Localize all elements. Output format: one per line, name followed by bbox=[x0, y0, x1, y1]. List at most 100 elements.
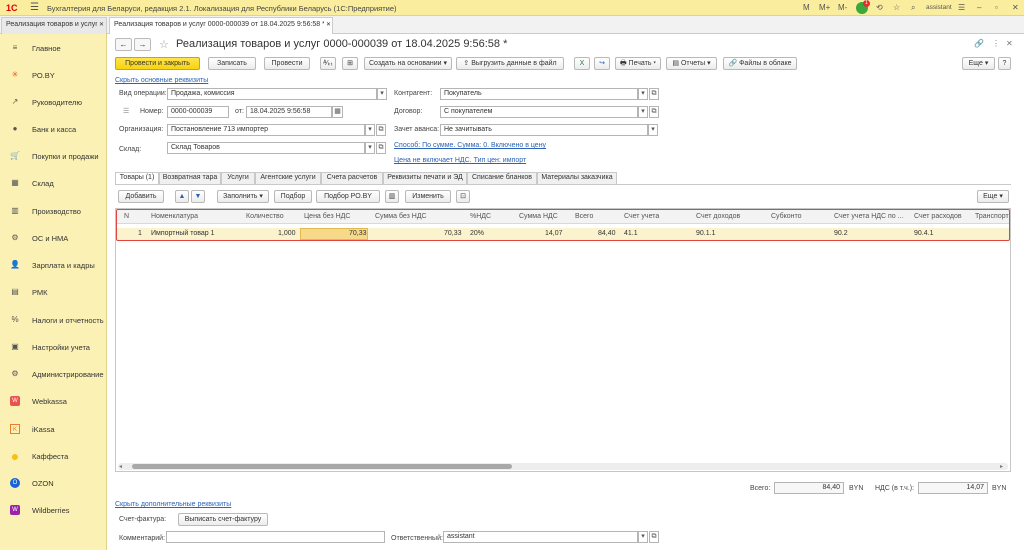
save-button[interactable]: Записать bbox=[208, 57, 256, 70]
sidebar-item-assets[interactable]: ⚙ ОС и НМА bbox=[0, 229, 107, 247]
chevron-down-icon[interactable]: ▾ bbox=[648, 124, 658, 136]
hide-main-details-link[interactable]: Скрыть основные реквизиты bbox=[115, 77, 208, 84]
date-field[interactable]: 18.04.2025 9:56:58 bbox=[246, 106, 332, 118]
select-button[interactable]: Подбор bbox=[274, 190, 312, 203]
upload-file-button[interactable]: ⇪ Выгрузить данные в файл bbox=[456, 57, 564, 70]
print-button[interactable]: 🖶 Печать ▾ bbox=[615, 57, 661, 70]
favorites-icon[interactable]: ☆ bbox=[893, 3, 900, 12]
more-button[interactable]: Еще ▾ bbox=[962, 57, 995, 70]
chevron-down-icon[interactable]: ▾ bbox=[365, 124, 375, 136]
tab-customer-materials[interactable]: Материалы заказчика bbox=[537, 172, 617, 184]
warehouse-field[interactable]: Склад Товаров bbox=[167, 142, 365, 154]
dt-kt-icon[interactable]: ᴬ⁄ₖₜ bbox=[320, 57, 336, 70]
chevron-down-icon[interactable]: ▾ bbox=[638, 531, 648, 543]
counterparty-field[interactable]: Покупатель bbox=[440, 88, 638, 100]
vat-link[interactable]: Цена не включает НДС. Тип цен: импорт bbox=[394, 157, 526, 164]
sidebar-item-production[interactable]: ▥ Производство bbox=[0, 202, 107, 220]
sidebar-item-kaffesta[interactable]: ● Каффеста bbox=[0, 447, 107, 465]
sidebar-item-ikassa[interactable]: KiKassa bbox=[0, 420, 107, 438]
open-icon[interactable]: ⧉ bbox=[649, 106, 659, 118]
tab-agent-services[interactable]: Агентские услуги bbox=[255, 172, 321, 184]
tab-settlement-accounts[interactable]: Счета расчетов bbox=[321, 172, 383, 184]
sidebar-item-bank[interactable]: ● Банк и касса bbox=[0, 120, 107, 138]
barcode-icon[interactable]: ▥ bbox=[385, 190, 399, 203]
issue-invoice-button[interactable]: Выписать счет-фактуру bbox=[178, 513, 268, 526]
open-icon[interactable]: ⧉ bbox=[376, 142, 386, 154]
cloud-files-button[interactable]: 🔗 Файлы в облаке bbox=[723, 57, 797, 70]
close-tab-icon[interactable]: ✕ bbox=[97, 21, 105, 28]
settings-menu-icon[interactable]: ☰ bbox=[958, 3, 965, 12]
move-up-icon[interactable]: ▲ bbox=[175, 190, 189, 203]
chevron-down-icon[interactable]: ▾ bbox=[377, 88, 387, 100]
sidebar-item-pos[interactable]: ▤ РМК bbox=[0, 283, 107, 301]
number-field[interactable]: 0000-000039 bbox=[167, 106, 229, 118]
more-vert-icon[interactable]: ⋮ bbox=[992, 39, 1000, 48]
link-icon[interactable]: 🔗 bbox=[974, 39, 984, 48]
tab-blank-writeoff[interactable]: Списание бланков bbox=[467, 172, 537, 184]
window-tab-list[interactable]: Реализация товаров и услуг bbox=[1, 17, 107, 34]
search-icon[interactable]: ⌕ bbox=[911, 3, 915, 13]
post-button[interactable]: Провести bbox=[264, 57, 310, 70]
import-icon[interactable]: ⊡ bbox=[456, 190, 470, 203]
memory-button[interactable]: M bbox=[803, 3, 810, 12]
close-tab-icon[interactable]: ✕ bbox=[324, 21, 332, 28]
send-icon[interactable]: ↪ bbox=[594, 57, 610, 70]
minimize-icon[interactable]: – bbox=[977, 3, 981, 12]
contract-field[interactable]: С покупателем bbox=[440, 106, 638, 118]
create-based-button[interactable]: Создать на основании ▾ bbox=[364, 57, 452, 70]
close-form-icon[interactable]: ✕ bbox=[1006, 39, 1013, 48]
excel-icon[interactable]: X bbox=[574, 57, 590, 70]
op-type-field[interactable]: Продажа, комиссия bbox=[167, 88, 377, 100]
open-icon[interactable]: ⧉ bbox=[376, 124, 386, 136]
scroll-right-icon[interactable]: ▸ bbox=[1000, 463, 1003, 470]
number-icon[interactable]: ☰ bbox=[123, 107, 129, 115]
responsible-field[interactable]: assistant bbox=[443, 531, 638, 543]
sidebar-item-manager[interactable]: ↗ Руководителю bbox=[0, 93, 107, 111]
sidebar-item-roby[interactable]: ✳ РО.BY bbox=[0, 66, 107, 84]
scrollbar-thumb[interactable] bbox=[132, 464, 512, 469]
add-row-button[interactable]: Добавить bbox=[118, 190, 164, 203]
advance-field[interactable]: Не зачитывать bbox=[440, 124, 648, 136]
sidebar-item-wildberries[interactable]: W Wildberries bbox=[0, 501, 107, 519]
close-icon[interactable]: ✕ bbox=[1012, 3, 1019, 12]
post-and-close-button[interactable]: Провести и закрыть bbox=[115, 57, 200, 70]
restore-icon[interactable]: ▫ bbox=[995, 3, 998, 12]
comment-input[interactable] bbox=[166, 531, 385, 543]
fill-button[interactable]: Заполнить ▾ bbox=[217, 190, 269, 203]
sidebar-item-purchases[interactable]: 🛒 Покупки и продажи bbox=[0, 147, 107, 165]
chevron-down-icon[interactable]: ▾ bbox=[365, 142, 375, 154]
change-button[interactable]: Изменить bbox=[405, 190, 451, 203]
back-button[interactable]: ← bbox=[115, 38, 132, 51]
organization-field[interactable]: Постановление 713 импортер bbox=[167, 124, 365, 136]
sidebar-item-main[interactable]: ≡ Главное bbox=[0, 39, 107, 57]
sidebar-item-warehouse[interactable]: ▦ Склад bbox=[0, 174, 107, 192]
select-roby-button[interactable]: Подбор РО.BY bbox=[316, 190, 380, 203]
open-icon[interactable]: ⧉ bbox=[649, 88, 659, 100]
tab-returnable-tare[interactable]: Возвратная тара bbox=[159, 172, 221, 184]
sidebar-item-webkassa[interactable]: W Webkassa bbox=[0, 392, 107, 410]
move-down-icon[interactable]: ▼ bbox=[191, 190, 205, 203]
window-tab-document[interactable]: Реализация товаров и услуг 0000-000039 о… bbox=[109, 17, 333, 34]
memory-minus-button[interactable]: M- bbox=[838, 3, 847, 12]
table-more-button[interactable]: Еще ▾ bbox=[977, 190, 1009, 203]
help-button[interactable]: ? bbox=[998, 57, 1011, 70]
history-icon[interactable]: ⟲ bbox=[876, 3, 883, 12]
tab-services[interactable]: Услуги bbox=[221, 172, 255, 184]
calendar-icon[interactable]: ▦ bbox=[332, 106, 343, 118]
sidebar-item-salary[interactable]: 👤 Зарплата и кадры bbox=[0, 256, 107, 274]
sidebar-item-taxes[interactable]: % Налоги и отчетность bbox=[0, 311, 107, 329]
sidebar-item-accounting-settings[interactable]: ▣ Настройки учета bbox=[0, 338, 107, 356]
memory-plus-button[interactable]: M+ bbox=[819, 3, 830, 12]
sidebar-item-ozon[interactable]: O OZON bbox=[0, 474, 107, 492]
favorite-star-icon[interactable]: ☆ bbox=[159, 38, 169, 51]
chevron-down-icon[interactable]: ▾ bbox=[638, 88, 648, 100]
user-name[interactable]: assistant bbox=[926, 4, 952, 11]
reports-button[interactable]: ▤ Отчеты ▾ bbox=[666, 57, 717, 70]
method-link[interactable]: Способ: По сумме. Сумма: 0. Включено в ц… bbox=[394, 142, 546, 149]
open-icon[interactable]: ⧉ bbox=[649, 531, 659, 543]
structure-icon[interactable]: ⊞ bbox=[342, 57, 358, 70]
hide-extra-details-link[interactable]: Скрыть дополнительные реквизиты bbox=[115, 501, 231, 508]
sidebar-item-admin[interactable]: ⚙ Администрирование bbox=[0, 365, 107, 383]
forward-button[interactable]: → bbox=[134, 38, 151, 51]
main-menu-icon[interactable]: ☰ bbox=[30, 2, 39, 13]
